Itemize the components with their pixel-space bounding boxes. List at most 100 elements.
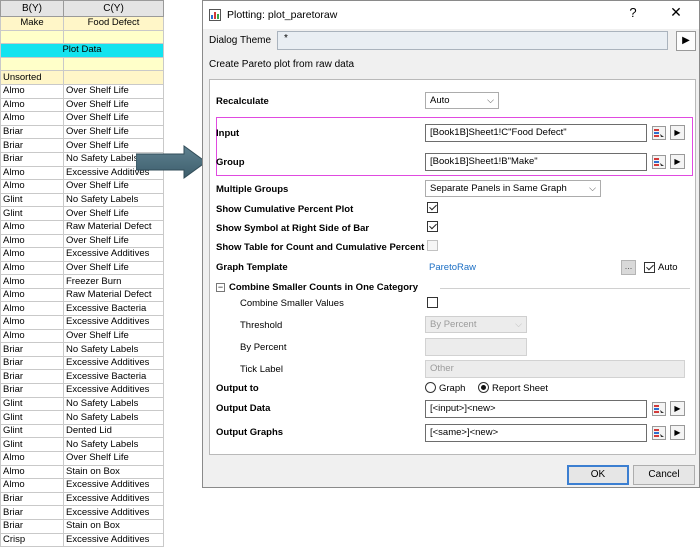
cell-food-defect[interactable]: Over Shelf Life (63, 83, 164, 99)
group-menu-button[interactable]: ▶ (670, 154, 685, 169)
cell-make[interactable]: Almo (0, 287, 64, 303)
column-header-c[interactable]: C(Y) (63, 0, 164, 17)
long-name-c[interactable]: Food Defect (63, 16, 164, 31)
unsorted-label[interactable]: Unsorted (0, 70, 64, 85)
cell-make[interactable]: Almo (0, 274, 64, 289)
cancel-button[interactable]: Cancel (633, 465, 695, 485)
graph-template-link[interactable]: ParetoRaw (429, 262, 476, 273)
cell-make[interactable]: Almo (0, 111, 64, 126)
template-auto-checkbox[interactable] (644, 262, 655, 273)
cell-make[interactable]: Almo (0, 83, 64, 99)
cell-food-defect[interactable]: Over Shelf Life (63, 124, 164, 140)
cell-make[interactable]: Almo (0, 233, 64, 249)
cell-food-defect[interactable]: Over Shelf Life (63, 233, 164, 249)
cell-make[interactable]: Briar (0, 342, 64, 357)
range-select-icon[interactable] (652, 126, 666, 140)
label-cell[interactable] (63, 29, 164, 45)
by-percent-field[interactable] (425, 338, 527, 356)
ok-button[interactable]: OK (567, 465, 629, 485)
plot-data-label[interactable]: Plot Data (0, 43, 164, 58)
range-select-icon[interactable] (652, 402, 666, 416)
group-field[interactable]: [Book1B]Sheet1!B"Make" (425, 153, 647, 171)
cell-food-defect[interactable]: Excessive Additives (63, 355, 164, 371)
cell-food-defect[interactable]: Raw Material Defect (63, 287, 164, 303)
cell-food-defect[interactable]: No Safety Labels (63, 396, 164, 412)
cell-food-defect[interactable]: Over Shelf Life (63, 206, 164, 221)
cell-food-defect[interactable]: No Safety Labels (63, 192, 164, 208)
input-menu-button[interactable]: ▶ (670, 125, 685, 140)
collapse-icon[interactable]: − (216, 283, 225, 292)
range-select-icon[interactable] (652, 426, 666, 440)
combine-section-label[interactable]: Combine Smaller Counts in One Category (229, 282, 418, 293)
tick-label-field[interactable]: Other (425, 360, 685, 378)
cell-make[interactable]: Glint (0, 410, 64, 425)
cell-make[interactable]: Briar (0, 124, 64, 140)
threshold-dropdown[interactable]: By Percent ⌵ (425, 316, 527, 333)
cell-make[interactable]: Almo (0, 260, 64, 276)
cell-food-defect[interactable]: Over Shelf Life (63, 328, 164, 344)
output-graph-radio[interactable] (425, 382, 436, 393)
cell-food-defect[interactable]: Stain on Box (63, 464, 164, 480)
cell-food-defect[interactable]: Over Shelf Life (63, 260, 164, 276)
cell-food-defect[interactable]: No Safety Labels (63, 410, 164, 425)
cell-make[interactable]: Almo (0, 219, 64, 235)
cell-make[interactable]: Almo (0, 478, 64, 493)
input-field[interactable]: [Book1B]Sheet1!C"Food Defect" (425, 124, 647, 142)
cell-make[interactable]: Almo (0, 301, 64, 317)
cell-make[interactable]: Glint (0, 437, 64, 452)
cell-make[interactable]: Glint (0, 396, 64, 412)
output-graphs-menu-button[interactable]: ▶ (670, 425, 685, 440)
show-symbol-checkbox[interactable] (427, 221, 438, 232)
cell-make[interactable]: Almo (0, 247, 64, 262)
help-button[interactable]: ? (624, 5, 642, 20)
cell-food-defect[interactable]: No Safety Labels (63, 342, 164, 357)
cell-food-defect[interactable]: Excessive Additives (63, 532, 164, 548)
combine-values-checkbox[interactable] (427, 297, 438, 308)
cell-make[interactable]: Briar (0, 491, 64, 507)
output-graphs-field[interactable]: [<same>]<new> (425, 424, 647, 442)
multiple-groups-dropdown[interactable]: Separate Panels in Same Graph ⌵ (425, 180, 601, 197)
dialog-theme-input[interactable]: * (277, 31, 668, 50)
cell-make[interactable]: Glint (0, 423, 64, 439)
output-report-radio[interactable] (478, 382, 489, 393)
cell-food-defect[interactable]: Excessive Additives (63, 315, 164, 330)
cell-make[interactable]: Briar (0, 369, 64, 385)
cell-food-defect[interactable]: No Safety Labels (63, 437, 164, 452)
cell-food-defect[interactable]: Excessive Additives (63, 478, 164, 493)
cell-make[interactable]: Briar (0, 355, 64, 371)
cell-food-defect[interactable]: Over Shelf Life (63, 111, 164, 126)
cell-food-defect[interactable]: Excessive Additives (63, 491, 164, 507)
range-select-icon[interactable] (652, 155, 666, 169)
cell-make[interactable]: Crisp (0, 532, 64, 548)
cell-food-defect[interactable]: Excessive Additives (63, 505, 164, 520)
cell-food-defect[interactable]: Excessive Additives (63, 247, 164, 262)
output-data-field[interactable]: [<input>]<new> (425, 400, 647, 418)
label-cell[interactable] (0, 56, 64, 72)
browse-button[interactable]: ... (621, 260, 636, 275)
unsorted-cell[interactable] (63, 70, 164, 85)
cell-make[interactable]: Briar (0, 383, 64, 398)
close-button[interactable]: ✕ (667, 4, 685, 21)
cell-make[interactable]: Briar (0, 505, 64, 520)
cell-make[interactable]: Almo (0, 165, 64, 181)
cell-make[interactable]: Almo (0, 464, 64, 480)
cell-make[interactable]: Briar (0, 518, 64, 534)
cell-food-defect[interactable]: Excessive Bacteria (63, 369, 164, 385)
cell-make[interactable]: Almo (0, 97, 64, 113)
cell-food-defect[interactable]: Freezer Burn (63, 274, 164, 289)
cell-food-defect[interactable]: Over Shelf Life (63, 97, 164, 113)
cell-food-defect[interactable]: Stain on Box (63, 518, 164, 534)
cell-make[interactable]: Almo (0, 315, 64, 330)
recalculate-dropdown[interactable]: Auto ⌵ (425, 92, 499, 109)
cell-make[interactable]: Almo (0, 179, 64, 194)
cell-food-defect[interactable]: Raw Material Defect (63, 219, 164, 235)
title-bar[interactable]: Plotting: plot_paretoraw ? ✕ (203, 1, 699, 29)
cell-food-defect[interactable]: Excessive Additives (63, 383, 164, 398)
long-name-b[interactable]: Make (0, 16, 64, 31)
show-table-checkbox[interactable] (427, 240, 438, 251)
column-header-b[interactable]: B(Y) (0, 0, 64, 17)
cell-make[interactable]: Glint (0, 192, 64, 208)
cell-food-defect[interactable]: Over Shelf Life (63, 179, 164, 194)
cell-food-defect[interactable]: Dented Lid (63, 423, 164, 439)
cell-make[interactable]: Briar (0, 138, 64, 153)
